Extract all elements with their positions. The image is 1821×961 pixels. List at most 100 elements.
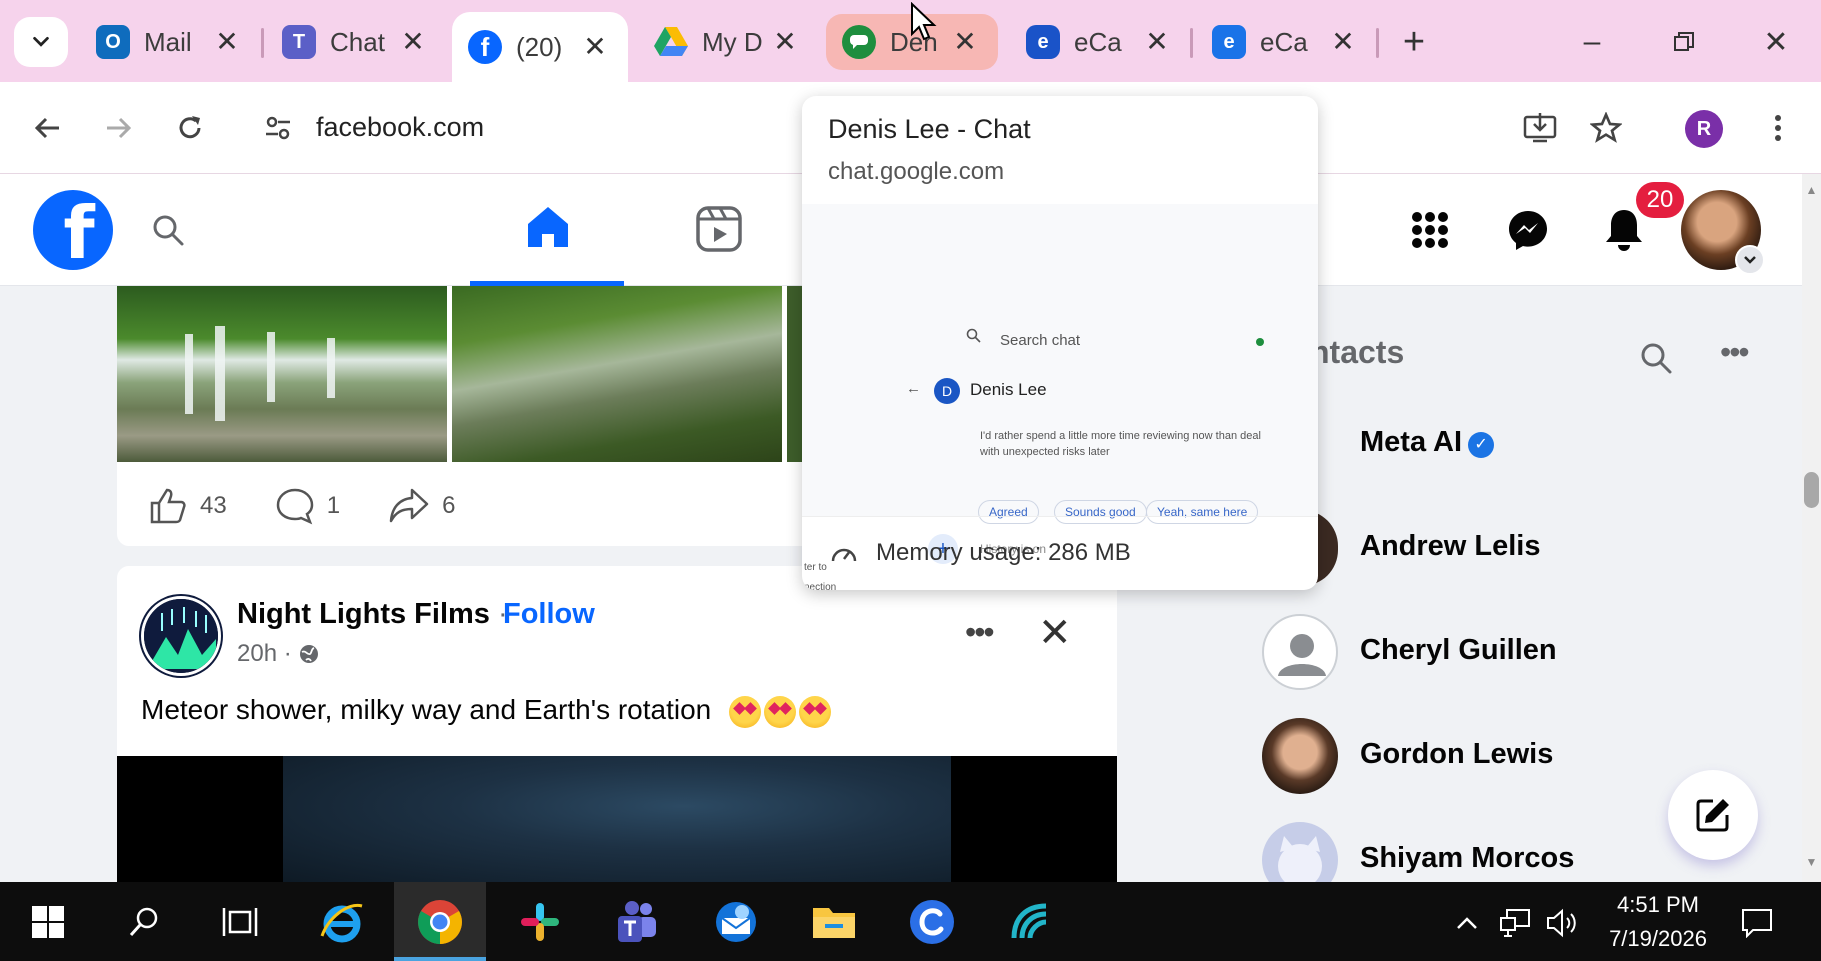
comment-count: 1: [326, 492, 341, 519]
follow-button[interactable]: Follow: [503, 598, 595, 631]
nav-home[interactable]: [470, 174, 624, 286]
contact-meta-ai[interactable]: Meta AI ✓: [1262, 406, 1782, 486]
tab-drive[interactable]: My D ✕: [638, 14, 818, 70]
tab-search-button[interactable]: [14, 17, 68, 67]
hover-card-footer: Memory usage: 286 MB: [802, 516, 1318, 590]
taskbar-wave-app[interactable]: [1004, 896, 1056, 948]
waterfall: [327, 338, 335, 398]
account-menu-chevron[interactable]: [1735, 245, 1765, 275]
taskbar-thunderbird[interactable]: [710, 896, 762, 948]
post-caption: Meteor shower, milky way and Earth's rot…: [141, 694, 712, 725]
tab-title: Chat: [330, 26, 385, 57]
action-center-button[interactable]: [1740, 906, 1774, 940]
install-icon: [1523, 113, 1557, 143]
taskbar-chrome[interactable]: [414, 896, 466, 948]
search-icon[interactable]: [148, 210, 188, 250]
tab-title: (20): [516, 31, 563, 62]
post-options-button[interactable]: •••: [965, 614, 995, 651]
facebook-logo[interactable]: f: [33, 190, 113, 270]
tab-mail[interactable]: O Mail ✕: [80, 14, 260, 70]
contacts-heading: ntacts: [1310, 334, 1405, 370]
page-name[interactable]: Night Lights Films ·: [237, 598, 508, 631]
post-photo-waterfall[interactable]: [117, 286, 447, 462]
tab-facebook[interactable]: f (20) ✕: [452, 12, 628, 82]
reload-button[interactable]: [168, 106, 212, 150]
tab-hover-card: Denis Lee - Chat chat.google.com Search …: [802, 96, 1318, 590]
menu-button[interactable]: [1404, 204, 1456, 256]
search-icon[interactable]: [1636, 338, 1676, 378]
share-button[interactable]: 6: [388, 486, 455, 526]
page-avatar[interactable]: [141, 596, 221, 676]
taskbar-search-button[interactable]: [118, 896, 170, 948]
hide-post-button[interactable]: ✕: [1038, 610, 1072, 656]
close-window-button[interactable]: ✕: [1756, 22, 1796, 62]
volume-control[interactable]: [1546, 906, 1580, 940]
minimize-button[interactable]: –: [1572, 22, 1612, 62]
browser-menu-button[interactable]: [1756, 106, 1800, 150]
install-app-button[interactable]: [1518, 106, 1562, 150]
close-icon[interactable]: ✕: [1326, 24, 1360, 58]
contact-cheryl-guillen[interactable]: Cheryl Guillen: [1262, 614, 1782, 694]
like-button[interactable]: 43: [148, 486, 227, 526]
video-frame-image: [283, 756, 951, 882]
preview-contact-name: Denis Lee: [970, 380, 1047, 399]
network-status[interactable]: [1498, 906, 1532, 940]
show-hidden-icons-button[interactable]: [1450, 906, 1484, 940]
close-icon[interactable]: ✕: [1140, 24, 1174, 58]
taskbar-clock-time[interactable]: 4:51 PM: [1608, 892, 1708, 918]
scroll-up-arrow-icon[interactable]: ▲: [1802, 180, 1821, 200]
thunderbird-icon: [716, 902, 756, 942]
profile-avatar[interactable]: R: [1685, 110, 1723, 148]
post-photo-stream[interactable]: [452, 286, 782, 462]
tab-chat[interactable]: T Chat ✕: [266, 14, 446, 70]
tab-ecare-1[interactable]: e eCa ✕: [1010, 14, 1190, 70]
taskbar-teams[interactable]: [610, 896, 662, 948]
close-icon[interactable]: ✕: [768, 24, 802, 58]
tab-ecare-2[interactable]: e eCa ✕: [1196, 14, 1376, 70]
arrow-right-icon: [107, 117, 132, 139]
ecare-icon: e: [1026, 25, 1060, 59]
close-icon[interactable]: ✕: [948, 24, 982, 58]
notification-center-icon: [1742, 909, 1772, 938]
messenger-icon: [1509, 211, 1547, 250]
close-icon[interactable]: ✕: [396, 24, 430, 58]
compose-icon: [1696, 799, 1729, 832]
taskbar-internet-explorer[interactable]: [316, 896, 368, 948]
page-scrollbar[interactable]: [1802, 174, 1821, 882]
slack-icon: [521, 903, 559, 941]
new-tab-button[interactable]: +: [1394, 21, 1434, 63]
contact-name: Andrew Lelis: [1360, 530, 1541, 562]
back-button[interactable]: [26, 106, 70, 150]
memory-usage: Memory usage: 286 MB: [876, 539, 1131, 566]
grid-menu-icon: [1412, 212, 1448, 248]
taskbar-slack[interactable]: [514, 896, 566, 948]
taskbar-clock-date[interactable]: 7/19/2026: [1596, 926, 1720, 952]
bookmark-button[interactable]: [1584, 106, 1628, 150]
taskbar-ecare[interactable]: [906, 896, 958, 948]
google-chat-icon: [842, 25, 876, 59]
forward-button[interactable]: [96, 106, 140, 150]
contact-andrew-lelis[interactable]: Andrew Lelis: [1262, 510, 1782, 590]
comment-button[interactable]: 1: [275, 486, 340, 526]
hover-card-title: Denis Lee - Chat: [828, 114, 1031, 144]
site-info-button[interactable]: [256, 106, 300, 150]
contacts-options-button[interactable]: •••: [1720, 334, 1750, 371]
task-view-button[interactable]: [214, 896, 266, 948]
start-button[interactable]: [22, 896, 74, 948]
contact-name-text: Meta AI: [1360, 426, 1463, 458]
scrollbar-thumb[interactable]: [1804, 472, 1819, 508]
preview-message-line: I'd rather spend a little more time revi…: [980, 430, 1261, 442]
restore-button[interactable]: [1664, 22, 1704, 62]
close-icon[interactable]: ✕: [578, 29, 612, 63]
like-count: 43: [200, 492, 227, 519]
messenger-button[interactable]: [1502, 204, 1554, 256]
video-icon[interactable]: [694, 204, 744, 254]
address-bar[interactable]: facebook.com: [316, 112, 484, 143]
scroll-down-arrow-icon[interactable]: ▼: [1802, 852, 1821, 872]
facebook-icon: f: [468, 30, 502, 64]
new-message-button[interactable]: [1668, 770, 1758, 860]
post-reactions: 43 1 6: [148, 486, 503, 526]
taskbar-file-explorer[interactable]: [808, 896, 860, 948]
close-icon[interactable]: ✕: [210, 24, 244, 58]
internet-explorer-icon: [320, 903, 363, 943]
